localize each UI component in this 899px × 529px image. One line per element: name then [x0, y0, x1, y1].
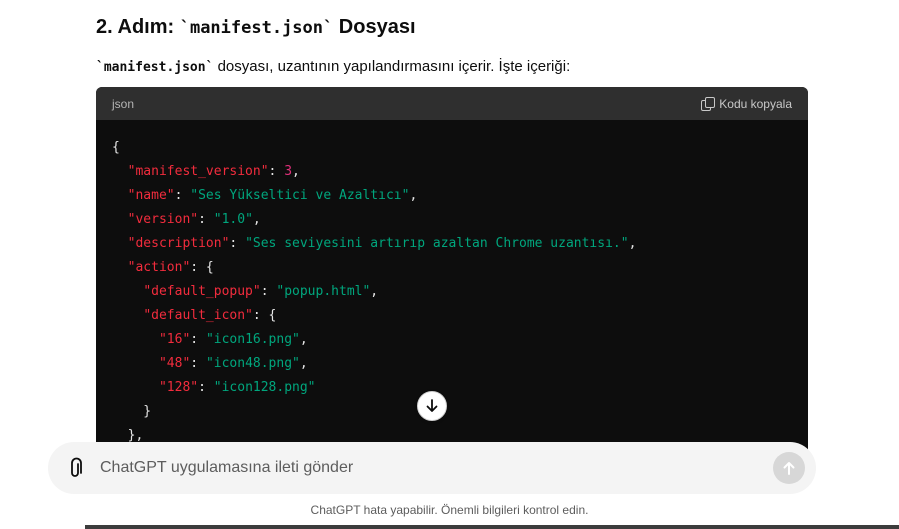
disclaimer-text: ChatGPT hata yapabilir. Önemli bilgileri…	[310, 503, 589, 517]
code-line: "description": "Ses seviyesini artırıp a…	[112, 232, 808, 256]
code-body[interactable]: { "manifest_version": 3, "name": "Ses Yü…	[96, 120, 808, 448]
code-token: :	[190, 356, 206, 371]
bottom-scrollbar[interactable]	[85, 525, 899, 529]
code-line: "version": "1.0",	[112, 208, 808, 232]
paperclip-icon	[71, 457, 82, 477]
attach-file-button[interactable]	[66, 456, 86, 480]
code-token: },	[112, 428, 144, 443]
copy-code-label: Kodu kopyala	[719, 96, 792, 111]
code-token: "default_icon"	[143, 308, 253, 323]
code-token: :	[198, 380, 214, 395]
code-token: "48"	[158, 356, 191, 371]
code-token: ,	[252, 212, 261, 227]
code-line: "48": "icon48.png",	[112, 352, 808, 376]
heading-suffix: Dosyası	[333, 16, 416, 38]
code-header: json Kodu kopyala	[96, 87, 808, 120]
scroll-to-bottom-button[interactable]	[417, 391, 447, 421]
code-line: "128": "icon128.png"	[112, 376, 808, 400]
code-token: ,	[628, 236, 637, 251]
code-line: "manifest_version": 3,	[112, 160, 808, 184]
code-line: "16": "icon16.png",	[112, 328, 808, 352]
code-token: "description"	[127, 236, 230, 251]
intro-paragraph: `manifest.json` dosyası, uzantının yapıl…	[96, 56, 570, 79]
heading-prefix: 2. Adım:	[96, 16, 180, 38]
code-token: : {	[190, 260, 214, 275]
code-token: ,	[292, 164, 300, 179]
code-token: "128"	[158, 380, 199, 395]
code-token: ,	[299, 332, 308, 347]
copy-code-button[interactable]: Kodu kopyala	[701, 97, 792, 111]
code-token: :	[229, 236, 246, 251]
code-token: }	[112, 404, 152, 419]
code-token: :	[198, 212, 214, 227]
code-token: "icon16.png"	[205, 332, 300, 347]
code-token: "icon128.png"	[213, 380, 316, 395]
code-line: {	[112, 136, 808, 160]
code-token: "default_popup"	[143, 284, 261, 299]
paragraph-code: `manifest.json`	[96, 60, 214, 75]
code-token: "popup.html"	[276, 284, 371, 299]
code-token: "name"	[127, 188, 175, 203]
send-button[interactable]	[773, 452, 805, 484]
code-token: {	[112, 140, 120, 155]
code-token: : {	[252, 308, 277, 323]
message-composer	[48, 442, 816, 494]
copy-icon	[701, 97, 716, 111]
code-token: "version"	[127, 212, 199, 227]
code-token: ,	[370, 284, 379, 299]
code-block: json Kodu kopyala { "manifest_version": …	[96, 87, 808, 467]
code-token: ,	[409, 188, 418, 203]
code-language-label: json	[112, 96, 135, 111]
code-line: "default_icon": {	[112, 304, 808, 328]
arrow-up-icon	[783, 462, 795, 475]
code-token: :	[268, 164, 285, 179]
code-line: }	[112, 400, 808, 424]
code-token: "16"	[158, 332, 191, 347]
code-token: "1.0"	[213, 212, 253, 227]
code-line: "action": {	[112, 256, 808, 280]
paragraph-text: dosyası, uzantının yapılandırmasını içer…	[213, 58, 571, 75]
code-token: :	[174, 188, 191, 203]
code-token: :	[190, 332, 206, 347]
arrow-down-icon	[426, 399, 438, 412]
heading-code: `manifest.json`	[179, 18, 334, 38]
code-token: :	[260, 284, 277, 299]
code-line: "name": "Ses Yükseltici ve Azaltıcı",	[112, 184, 808, 208]
code-token: "Ses seviyesini artırıp azaltan Chrome u…	[245, 236, 629, 251]
code-token: 3	[284, 164, 293, 179]
message-input[interactable]	[100, 442, 750, 494]
code-token: "icon48.png"	[205, 356, 300, 371]
code-token: "manifest_version"	[127, 164, 269, 179]
code-token: ,	[299, 356, 308, 371]
code-line: "default_popup": "popup.html",	[112, 280, 808, 304]
code-token: "action"	[127, 260, 191, 275]
code-token: "Ses Yükseltici ve Azaltıcı"	[190, 188, 410, 203]
section-heading: 2. Adım: `manifest.json` Dosyası	[96, 14, 416, 41]
